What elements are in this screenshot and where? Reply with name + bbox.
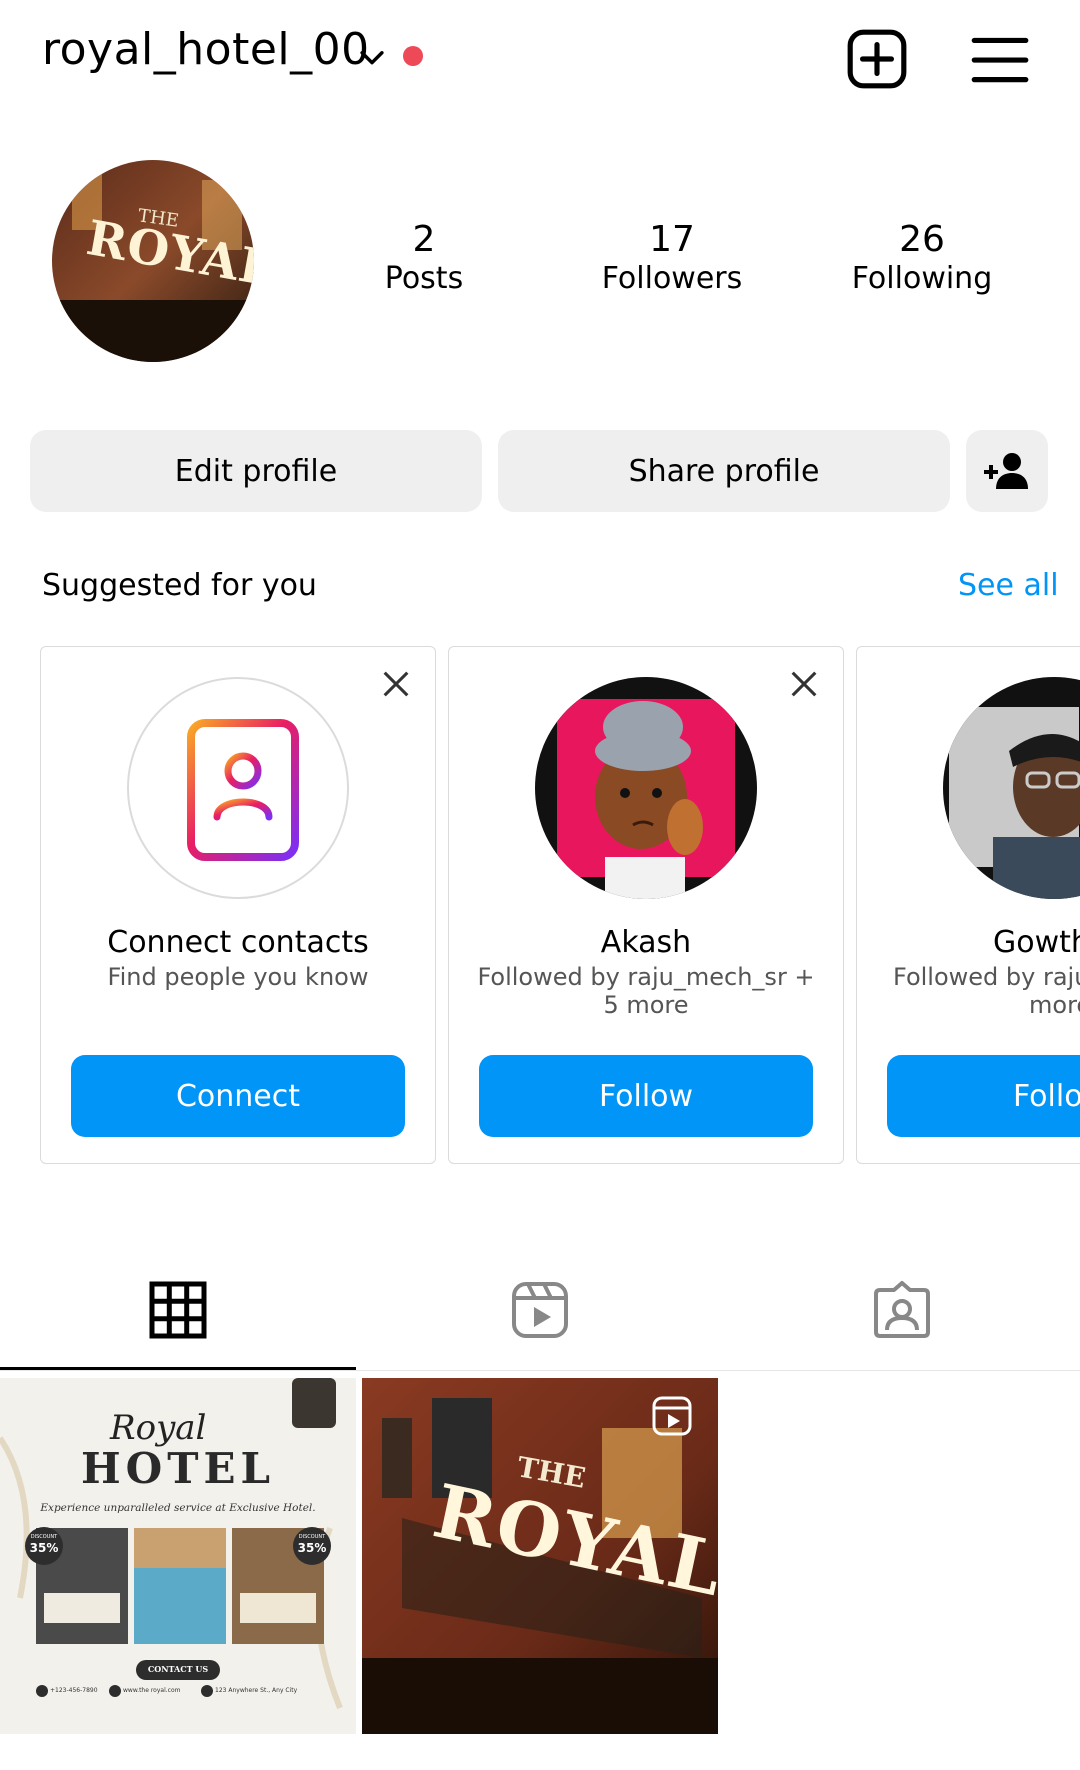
connect-button[interactable]: Connect bbox=[71, 1055, 405, 1137]
see-all-link[interactable]: See all bbox=[958, 568, 1059, 603]
flyer-address: 123 Anywhere St., Any City bbox=[215, 1687, 298, 1694]
share-profile-button[interactable]: Share profile bbox=[498, 430, 950, 512]
reels-icon[interactable] bbox=[508, 1278, 572, 1342]
chevron-down-icon[interactable] bbox=[355, 40, 389, 74]
akash-avatar[interactable] bbox=[535, 677, 757, 899]
stat-following-value: 26 bbox=[899, 219, 945, 260]
close-icon[interactable] bbox=[787, 667, 821, 701]
discount-label-left: DISCOUNT bbox=[30, 1534, 58, 1540]
close-icon[interactable] bbox=[379, 667, 413, 701]
suggestion-card-akash: Akash Followed by raju_mech_sr + 5 more … bbox=[448, 646, 844, 1164]
follow-button[interactable]: Follo bbox=[887, 1055, 1080, 1137]
grid-icon[interactable] bbox=[146, 1278, 210, 1342]
stat-posts-value: 2 bbox=[412, 219, 436, 260]
follow-button[interactable]: Follow bbox=[479, 1055, 813, 1137]
stat-posts-label: Posts bbox=[384, 261, 464, 296]
suggestion-subtitle-more: more bbox=[1029, 991, 1080, 1019]
stat-following-label: Following bbox=[851, 261, 993, 296]
tab-divider bbox=[0, 1370, 1080, 1371]
flyer-cta: CONTACT US bbox=[147, 1664, 209, 1674]
stat-following[interactable]: 26 Following bbox=[812, 220, 1032, 298]
flyer-title: HOTEL bbox=[80, 1444, 276, 1493]
suggestion-card-connect: Connect contacts Find people you know Co… bbox=[40, 646, 436, 1164]
suggestion-name: Akash bbox=[600, 925, 692, 960]
stat-followers-label: Followers bbox=[601, 261, 743, 296]
suggestion-subtitle: Find people you know bbox=[107, 963, 369, 991]
flyer-web: www.the royal.com bbox=[123, 1687, 181, 1694]
discover-people-button[interactable] bbox=[966, 430, 1048, 512]
add-person-icon bbox=[984, 453, 1028, 489]
flyer-phone: +123-456-7890 bbox=[50, 1687, 98, 1694]
notification-dot bbox=[403, 46, 423, 66]
suggestion-subtitle: Followed by raju_mech_sr + 5 more bbox=[477, 963, 815, 1019]
stat-posts[interactable]: 2 Posts bbox=[314, 220, 534, 298]
account-username[interactable]: royal_hotel_00 bbox=[42, 24, 370, 75]
post-thumbnail-hotel-flyer[interactable]: Royal HOTEL Experience unparalleled serv… bbox=[0, 1378, 356, 1734]
contacts-book-icon bbox=[127, 677, 349, 899]
edit-profile-button[interactable]: Edit profile bbox=[30, 430, 482, 512]
stat-followers[interactable]: 17 Followers bbox=[562, 220, 782, 298]
discount-label-right: DISCOUNT bbox=[298, 1534, 326, 1540]
gowth-avatar[interactable] bbox=[943, 677, 1080, 899]
post-thumbnail-royal-reel[interactable]: THE ROYAL bbox=[362, 1378, 718, 1734]
tagged-icon[interactable] bbox=[870, 1278, 934, 1342]
create-post-icon[interactable] bbox=[844, 26, 910, 92]
flyer-tagline: Experience unparalleled service at Exclu… bbox=[40, 1502, 316, 1514]
discount-value-left: 35% bbox=[29, 1541, 59, 1555]
suggested-title: Suggested for you bbox=[42, 568, 317, 603]
discount-value-right: 35% bbox=[297, 1541, 327, 1555]
suggestion-name: Connect contacts bbox=[107, 925, 369, 960]
suggestion-card-gowth: Gowth Followed by raju_ more Follo bbox=[856, 646, 1080, 1164]
flyer-script: Royal bbox=[110, 1408, 207, 1448]
menu-icon[interactable] bbox=[966, 26, 1032, 92]
profile-avatar[interactable]: THE ROYAL bbox=[52, 160, 254, 362]
stat-followers-value: 17 bbox=[649, 219, 695, 260]
suggestion-subtitle: Followed by raju_ bbox=[893, 963, 1080, 991]
suggestion-name: Gowth bbox=[993, 925, 1080, 960]
